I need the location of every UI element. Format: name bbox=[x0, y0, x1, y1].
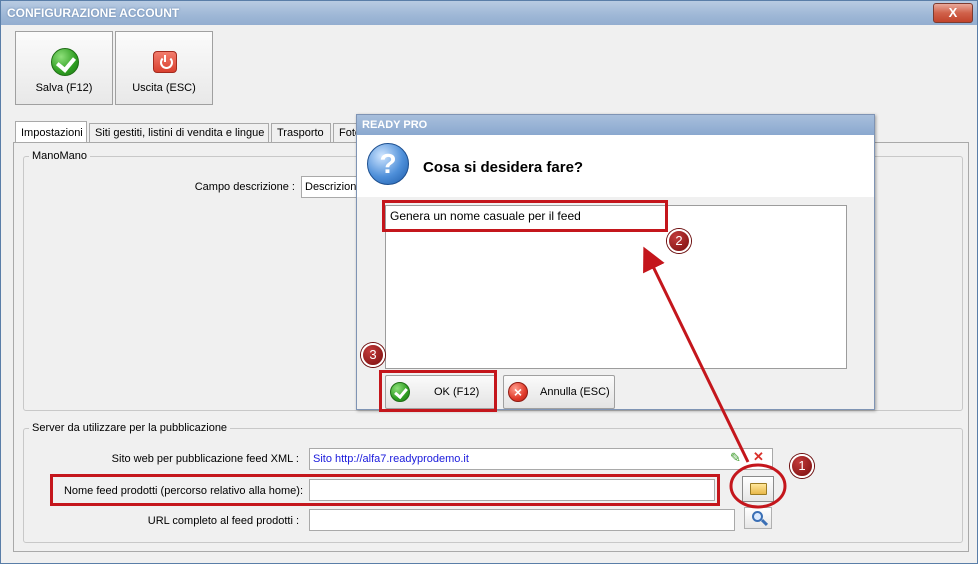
annotation-box-nome-feed bbox=[50, 474, 720, 506]
annotation-badge-3: 3 bbox=[361, 343, 385, 367]
annotation-circle bbox=[729, 463, 787, 509]
annotation-badge-2: 2 bbox=[667, 229, 691, 253]
annotation-box-ok bbox=[379, 370, 497, 412]
annotation-box-option bbox=[382, 200, 668, 232]
annotation-arrow bbox=[643, 246, 750, 463]
annotation-badge-1: 1 bbox=[790, 454, 814, 478]
